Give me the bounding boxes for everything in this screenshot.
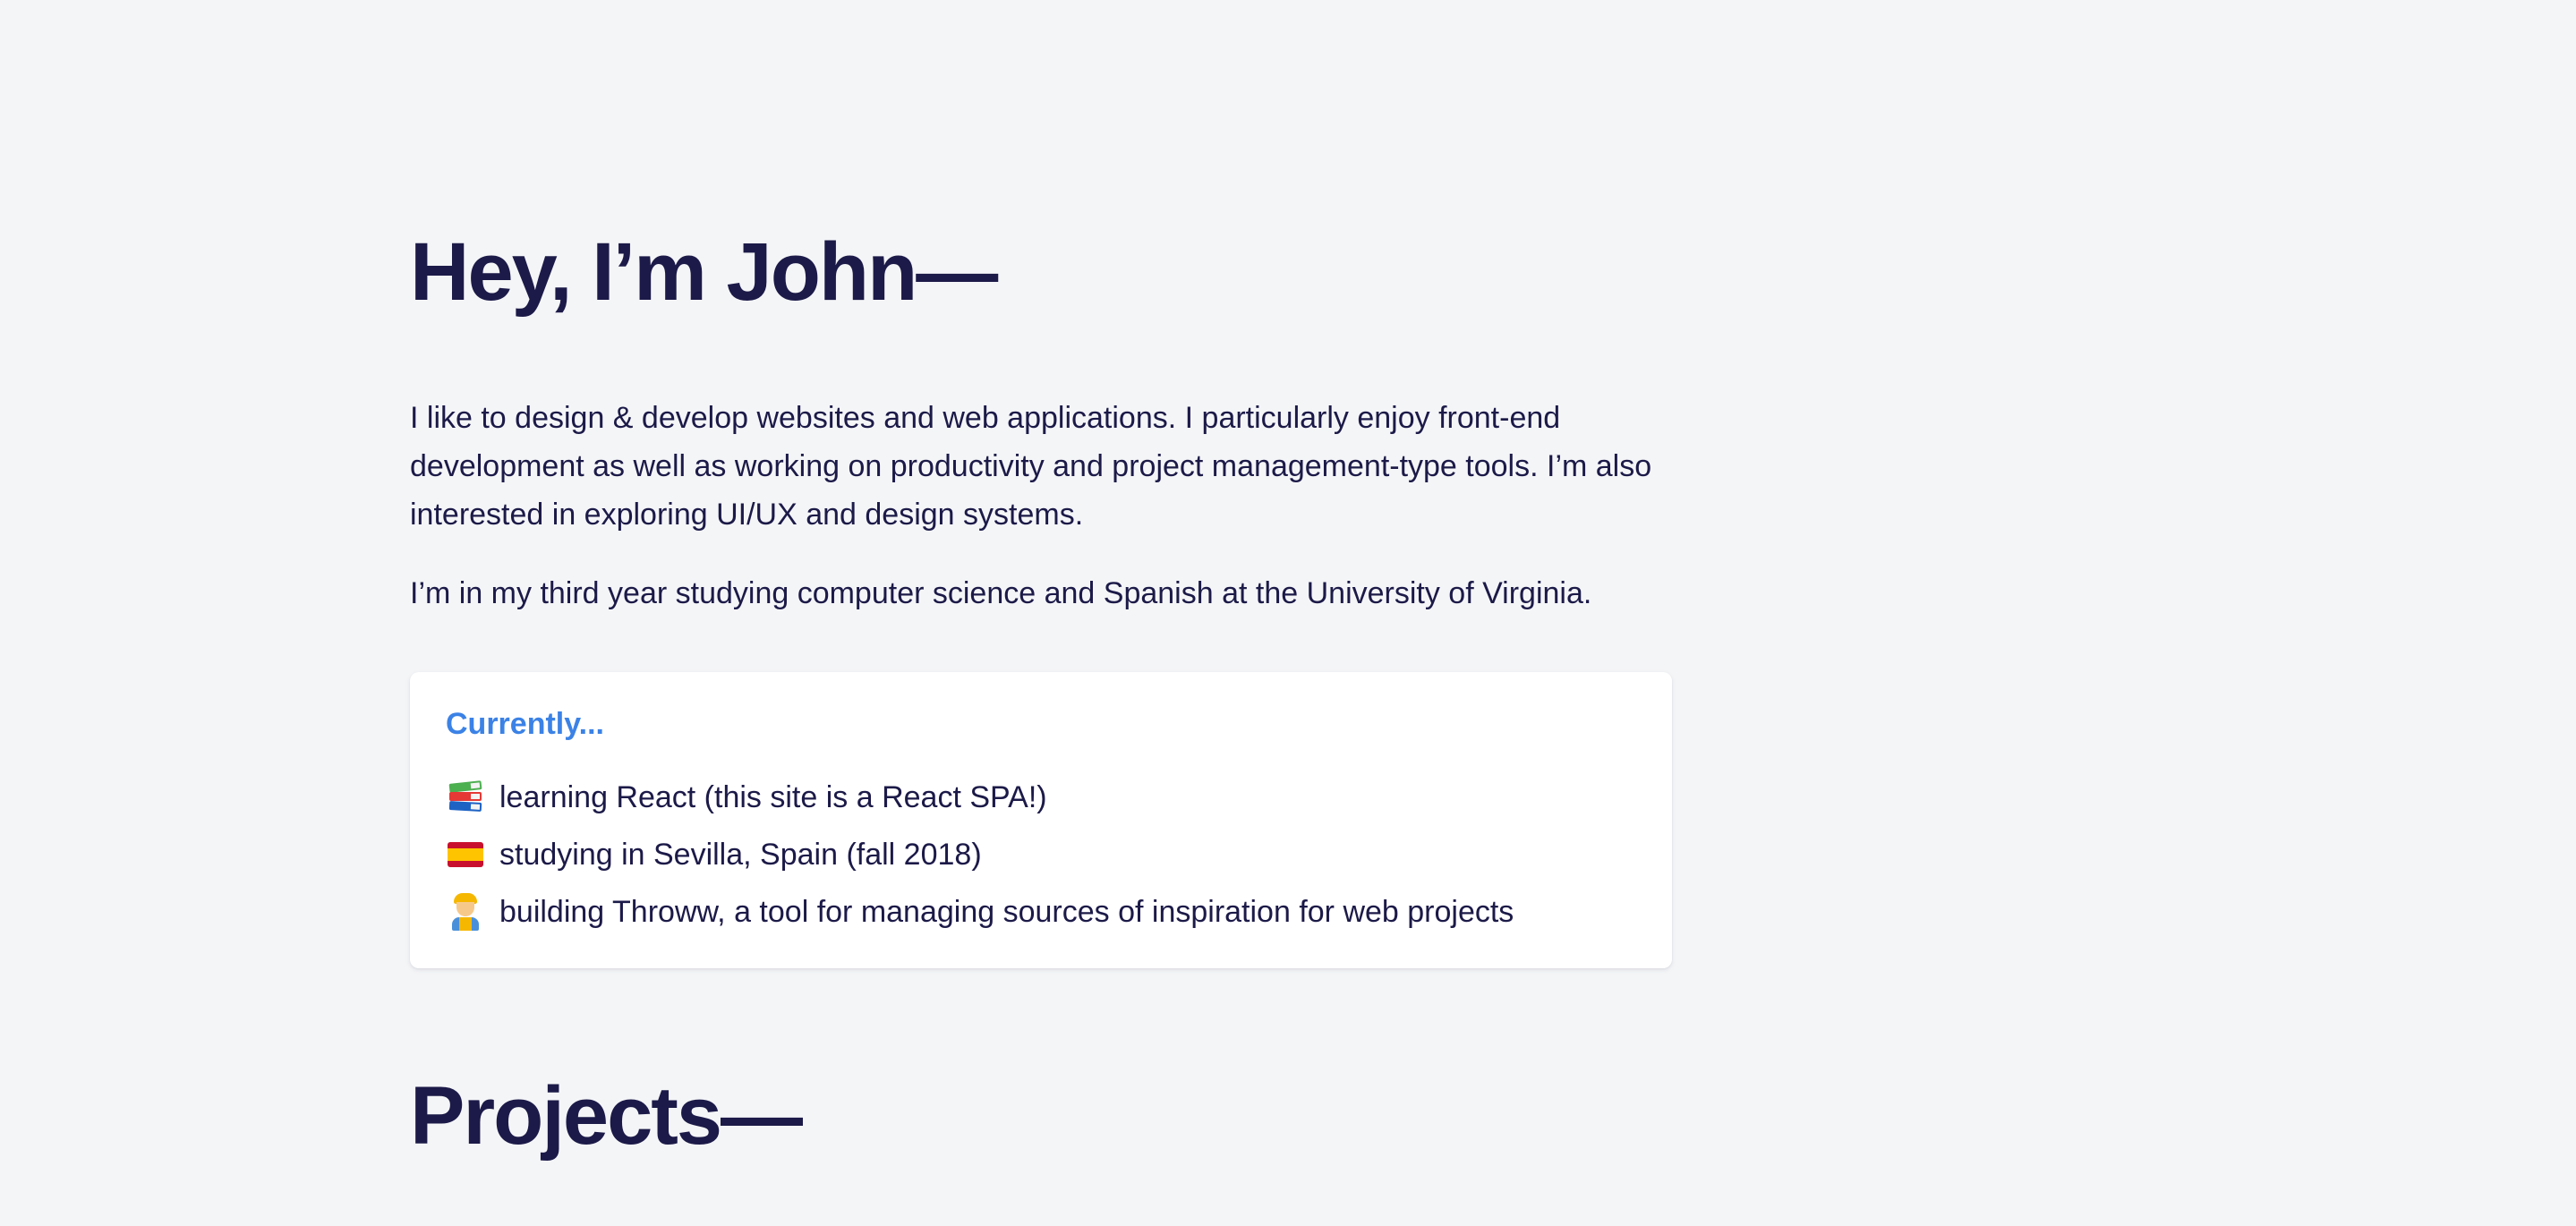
intro-paragraph: I like to design & develop websites and … <box>410 401 1652 532</box>
list-item-text: building Throww, a tool for managing sou… <box>499 894 1514 929</box>
currently-title: Currently... <box>446 707 604 741</box>
books-icon <box>446 778 485 817</box>
list-item-text: studying in Sevilla, Spain (fall 2018) <box>499 837 982 872</box>
spain-flag-icon <box>446 835 485 874</box>
currently-list: learning React (this site is a React SPA… <box>446 769 1636 941</box>
list-item: learning React (this site is a React SPA… <box>446 769 1636 826</box>
construction-worker-icon <box>446 892 485 932</box>
page: Hey, I’m John— I like to design & develo… <box>0 0 2576 1226</box>
hero-title: Hey, I’m John— <box>410 226 998 318</box>
currently-card: Currently... learning React (this site i… <box>410 672 1672 968</box>
list-item: studying in Sevilla, Spain (fall 2018) <box>446 826 1636 883</box>
projects-title: Projects— <box>410 1070 803 1162</box>
study-paragraph: I’m in my third year studying computer s… <box>410 576 1592 610</box>
list-item: building Throww, a tool for managing sou… <box>446 883 1636 941</box>
list-item-text: learning React (this site is a React SPA… <box>499 779 1047 814</box>
